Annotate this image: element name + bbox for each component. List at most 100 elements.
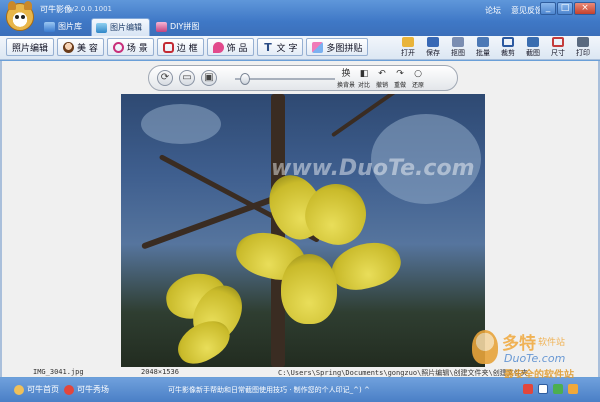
save-disk-icon: [427, 37, 439, 47]
cutout-button[interactable]: 抠图: [446, 37, 470, 58]
actual-size-icon: ▣: [204, 72, 214, 83]
screenshot-icon: [527, 37, 539, 47]
home-icon: [14, 384, 24, 395]
scene-label: 场 景: [126, 43, 148, 54]
edit-bar: ⟳ ▭ ▣ 换 换背景 ◧ 对比 ↶ 撤销 ↷ 重做 ○ 还原: [148, 65, 458, 91]
maximize-button[interactable]: □: [557, 2, 573, 15]
actual-size-button[interactable]: ▣: [201, 70, 217, 86]
zoom-slider[interactable]: [235, 73, 335, 85]
collage-icon: [312, 41, 324, 53]
restore-label: 还原: [411, 82, 424, 89]
save-button[interactable]: 保存: [421, 37, 445, 58]
minimize-button[interactable]: _: [540, 2, 556, 15]
redo-icon: ↷: [396, 69, 404, 79]
compare-button[interactable]: ◧ 对比: [355, 69, 373, 89]
tab-photo-edit[interactable]: 图片编辑: [91, 18, 150, 36]
crop-label: 裁剪: [501, 49, 515, 57]
photo-edit-tab-icon: [96, 22, 107, 33]
app-version: v2.0.0.1001: [70, 5, 112, 13]
image-dimensions: 2048×1536: [141, 368, 179, 376]
tab-gallery-label: 图片库: [58, 22, 82, 31]
file-name: IMG_3041.jpg: [33, 368, 84, 376]
save-label: 保存: [426, 49, 440, 57]
sky-highlight: [141, 104, 221, 144]
window-controls: _ □ ×: [540, 2, 596, 15]
status-icons: [523, 384, 578, 394]
beauty-label: 美 容: [77, 43, 98, 54]
collage-label: 多图拼贴: [326, 43, 363, 54]
print-button[interactable]: 打印: [571, 37, 595, 58]
photo-edit-label: 照片编辑: [12, 43, 49, 54]
photo-edit-button[interactable]: 照片编辑: [6, 38, 489, 344]
screenshot-label: 截图: [526, 49, 540, 57]
monitor-icon: ▭: [182, 72, 192, 83]
tab-gallery[interactable]: 图片库: [40, 18, 89, 35]
decoration-icon: [212, 41, 224, 53]
batch-label: 批量: [476, 49, 490, 57]
zoom-slider-knob[interactable]: [240, 73, 250, 85]
redo-label: 重做: [393, 82, 406, 89]
show-link-label: 可牛秀场: [77, 385, 109, 394]
open-label: 打开: [401, 49, 415, 57]
undo-button[interactable]: ↶ 撤销: [373, 69, 391, 89]
rotate-button[interactable]: ⟳: [157, 70, 173, 86]
top-links: 论坛 意见反馈: [485, 5, 543, 16]
photo-canvas[interactable]: www.DuoTe.com: [121, 94, 485, 367]
rotate-icon: ⟳: [160, 72, 170, 83]
status-message: 可牛影像新手帮助和日常截图使用技巧 · 制作您的个人印记_^) ^: [168, 386, 370, 394]
border-frame-icon: [162, 41, 174, 53]
title-bar: 可牛影像 v2.0.0.1001 图片库 图片编辑 DIY拼图 论坛 意见反馈 …: [0, 0, 600, 36]
resize-icon: [552, 37, 564, 47]
cutout-icon: [452, 37, 464, 47]
scene-button[interactable]: 场 景: [106, 38, 154, 56]
app-logo: [6, 1, 34, 31]
site-watermark-name: 多特: [502, 334, 536, 354]
restore-icon: ○: [414, 69, 422, 79]
screenshot-button[interactable]: 截图: [521, 37, 545, 58]
restore-button[interactable]: ○ 还原: [409, 69, 427, 89]
notice-icon[interactable]: [538, 384, 548, 394]
decoration-label: 饰 品: [226, 43, 248, 54]
scene-icon: [112, 41, 124, 53]
text-button[interactable]: T 文 字: [256, 38, 304, 56]
image-watermark: www.DuoTe.com: [271, 156, 475, 181]
tab-diy-collage[interactable]: DIY拼图: [152, 18, 206, 35]
undo-label: 撤销: [375, 82, 388, 89]
chat-icon[interactable]: [553, 384, 563, 394]
fit-screen-button[interactable]: ▭: [179, 70, 195, 86]
site-watermark-sub: 软件站: [538, 338, 566, 348]
redo-button[interactable]: ↷ 重做: [391, 69, 409, 89]
compare-label: 对比: [357, 82, 370, 89]
app-tabs: 图片库 图片编辑 DIY拼图: [40, 18, 208, 36]
app-title: 可牛影像: [40, 5, 72, 14]
feedback-link[interactable]: 意见反馈: [511, 5, 543, 16]
heart-icon: [64, 384, 74, 395]
tab-diy-collage-label: DIY拼图: [170, 22, 200, 31]
tool-buttons: 照片编辑 美 容 场 景 边 框 饰 品 T 文 字 多图拼贴: [6, 38, 489, 344]
printer-icon: [577, 37, 589, 47]
resize-button[interactable]: 尺寸: [546, 37, 570, 58]
decoration-button[interactable]: 饰 品: [206, 38, 254, 56]
close-button[interactable]: ×: [574, 2, 596, 15]
compare-icon: ◧: [359, 69, 369, 79]
beauty-face-icon: [63, 41, 75, 53]
file-actions: 打开 保存 抠图 批量 裁剪 截图 尺寸 打印: [396, 37, 595, 58]
text-label: 文 字: [276, 43, 298, 54]
border-button[interactable]: 边 框: [156, 38, 204, 56]
batch-button[interactable]: 批量: [471, 37, 495, 58]
batch-icon: [477, 37, 489, 47]
collage-button[interactable]: 多图拼贴: [306, 38, 369, 56]
change-background-button[interactable]: 换 换背景: [337, 69, 355, 89]
settings-icon[interactable]: [568, 384, 578, 394]
main-toolbar: 照片编辑 美 容 场 景 边 框 饰 品 T 文 字 多图拼贴 打开 保存 抠图…: [0, 36, 600, 344]
mascot-logo: [472, 330, 498, 364]
forum-link[interactable]: 论坛: [485, 5, 501, 16]
gallery-icon: [44, 21, 55, 32]
show-link[interactable]: 可牛秀场: [64, 384, 109, 395]
gift-icon[interactable]: [523, 384, 533, 394]
text-icon: T: [264, 40, 272, 54]
home-link[interactable]: 可牛首页: [14, 384, 59, 395]
crop-button[interactable]: 裁剪: [496, 37, 520, 58]
beauty-button[interactable]: 美 容: [57, 38, 104, 56]
open-button[interactable]: 打开: [396, 37, 420, 58]
